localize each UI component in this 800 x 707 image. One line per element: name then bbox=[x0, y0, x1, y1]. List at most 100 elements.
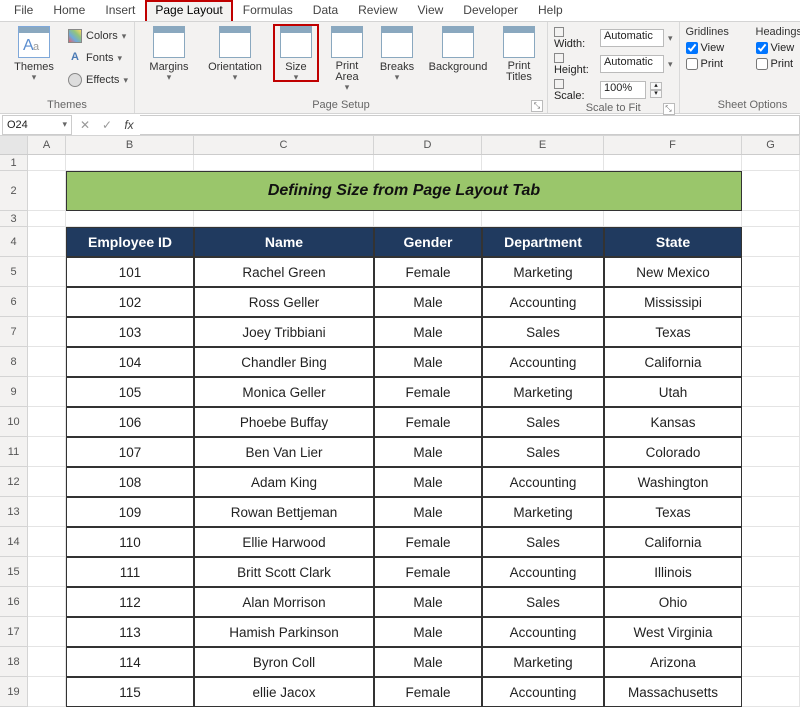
cell[interactable] bbox=[604, 155, 742, 171]
table-cell[interactable]: 106 bbox=[66, 407, 194, 437]
cell[interactable] bbox=[604, 211, 742, 227]
table-cell[interactable]: 112 bbox=[66, 587, 194, 617]
height-select[interactable]: Automatic bbox=[600, 55, 664, 73]
table-cell[interactable]: Male bbox=[374, 287, 482, 317]
tab-view[interactable]: View bbox=[408, 0, 454, 21]
table-cell[interactable]: Arizona bbox=[604, 647, 742, 677]
cell[interactable] bbox=[742, 497, 800, 527]
cell[interactable] bbox=[28, 155, 66, 171]
table-cell[interactable]: West Virginia bbox=[604, 617, 742, 647]
scale-input[interactable]: 100% bbox=[600, 81, 646, 99]
cell[interactable] bbox=[28, 171, 66, 211]
table-header-cell[interactable]: State bbox=[604, 227, 742, 257]
table-cell[interactable]: Accounting bbox=[482, 347, 604, 377]
col-header-f[interactable]: F bbox=[604, 136, 742, 154]
cell[interactable] bbox=[28, 257, 66, 287]
enter-formula-icon[interactable]: ✓ bbox=[96, 118, 118, 132]
table-cell[interactable]: Accounting bbox=[482, 287, 604, 317]
col-header-e[interactable]: E bbox=[482, 136, 604, 154]
row-header[interactable]: 11 bbox=[0, 437, 28, 467]
row-header[interactable]: 4 bbox=[0, 227, 28, 257]
cell[interactable] bbox=[742, 377, 800, 407]
col-header-d[interactable]: D bbox=[374, 136, 482, 154]
table-cell[interactable]: Male bbox=[374, 437, 482, 467]
cell[interactable] bbox=[28, 467, 66, 497]
cell[interactable] bbox=[742, 257, 800, 287]
fonts-button[interactable]: AFonts▾ bbox=[68, 48, 128, 68]
cell[interactable] bbox=[66, 155, 194, 171]
table-cell[interactable]: 113 bbox=[66, 617, 194, 647]
row-header[interactable]: 10 bbox=[0, 407, 28, 437]
table-cell[interactable]: Ross Geller bbox=[194, 287, 374, 317]
col-header-a[interactable]: A bbox=[28, 136, 66, 154]
table-cell[interactable]: Britt Scott Clark bbox=[194, 557, 374, 587]
margins-button[interactable]: Margins ▾ bbox=[141, 24, 197, 80]
cell[interactable] bbox=[28, 557, 66, 587]
cell[interactable] bbox=[28, 407, 66, 437]
cell[interactable] bbox=[374, 155, 482, 171]
cell[interactable] bbox=[28, 377, 66, 407]
cell[interactable] bbox=[374, 211, 482, 227]
table-cell[interactable]: California bbox=[604, 347, 742, 377]
cell[interactable] bbox=[742, 171, 800, 211]
chevron-down-icon[interactable]: ▾ bbox=[668, 33, 673, 44]
table-cell[interactable]: Mississipi bbox=[604, 287, 742, 317]
cell[interactable] bbox=[28, 211, 66, 227]
table-cell[interactable]: Male bbox=[374, 497, 482, 527]
table-cell[interactable]: Kansas bbox=[604, 407, 742, 437]
breaks-button[interactable]: Breaks ▾ bbox=[375, 24, 419, 80]
row-header[interactable]: 18 bbox=[0, 647, 28, 677]
table-cell[interactable]: Marketing bbox=[482, 497, 604, 527]
table-header-cell[interactable]: Gender bbox=[374, 227, 482, 257]
table-cell[interactable]: Accounting bbox=[482, 557, 604, 587]
colors-button[interactable]: Colors▾ bbox=[68, 26, 128, 46]
table-cell[interactable]: 101 bbox=[66, 257, 194, 287]
tab-review[interactable]: Review bbox=[348, 0, 407, 21]
table-cell[interactable]: Chandler Bing bbox=[194, 347, 374, 377]
table-cell[interactable]: Ellie Harwood bbox=[194, 527, 374, 557]
table-cell[interactable]: Female bbox=[374, 527, 482, 557]
table-cell[interactable]: Male bbox=[374, 647, 482, 677]
table-cell[interactable]: Hamish Parkinson bbox=[194, 617, 374, 647]
row-header[interactable]: 1 bbox=[0, 155, 28, 171]
effects-button[interactable]: Effects▾ bbox=[68, 70, 128, 90]
cell[interactable] bbox=[28, 317, 66, 347]
table-cell[interactable]: Male bbox=[374, 317, 482, 347]
table-cell[interactable]: 104 bbox=[66, 347, 194, 377]
table-cell[interactable]: Colorado bbox=[604, 437, 742, 467]
cell[interactable] bbox=[482, 211, 604, 227]
table-cell[interactable]: Accounting bbox=[482, 467, 604, 497]
cell[interactable] bbox=[742, 587, 800, 617]
row-header[interactable]: 3 bbox=[0, 211, 28, 227]
tab-developer[interactable]: Developer bbox=[453, 0, 528, 21]
table-cell[interactable]: Sales bbox=[482, 437, 604, 467]
row-header[interactable]: 17 bbox=[0, 617, 28, 647]
table-cell[interactable]: Washington bbox=[604, 467, 742, 497]
table-cell[interactable]: 107 bbox=[66, 437, 194, 467]
table-cell[interactable]: Marketing bbox=[482, 257, 604, 287]
cell[interactable] bbox=[742, 407, 800, 437]
cell[interactable] bbox=[742, 527, 800, 557]
tab-home[interactable]: Home bbox=[43, 0, 95, 21]
cell[interactable] bbox=[742, 211, 800, 227]
cell[interactable] bbox=[28, 617, 66, 647]
headings-view-checkbox[interactable] bbox=[756, 42, 768, 54]
row-header[interactable]: 16 bbox=[0, 587, 28, 617]
gridlines-view-checkbox[interactable] bbox=[686, 42, 698, 54]
table-cell[interactable]: 103 bbox=[66, 317, 194, 347]
row-header[interactable]: 9 bbox=[0, 377, 28, 407]
table-cell[interactable]: Sales bbox=[482, 587, 604, 617]
row-header[interactable]: 5 bbox=[0, 257, 28, 287]
cell[interactable] bbox=[742, 287, 800, 317]
table-cell[interactable]: Female bbox=[374, 407, 482, 437]
row-header[interactable]: 7 bbox=[0, 317, 28, 347]
print-area-button[interactable]: Print Area ▾ bbox=[325, 24, 369, 90]
cancel-formula-icon[interactable]: ✕ bbox=[74, 118, 96, 132]
page-setup-launcher[interactable]: ⤡ bbox=[531, 100, 543, 112]
headings-print-checkbox[interactable] bbox=[756, 58, 768, 70]
cell[interactable] bbox=[742, 437, 800, 467]
table-cell[interactable]: Texas bbox=[604, 497, 742, 527]
cell[interactable] bbox=[742, 227, 800, 257]
cell[interactable] bbox=[742, 155, 800, 171]
table-cell[interactable]: Byron Coll bbox=[194, 647, 374, 677]
